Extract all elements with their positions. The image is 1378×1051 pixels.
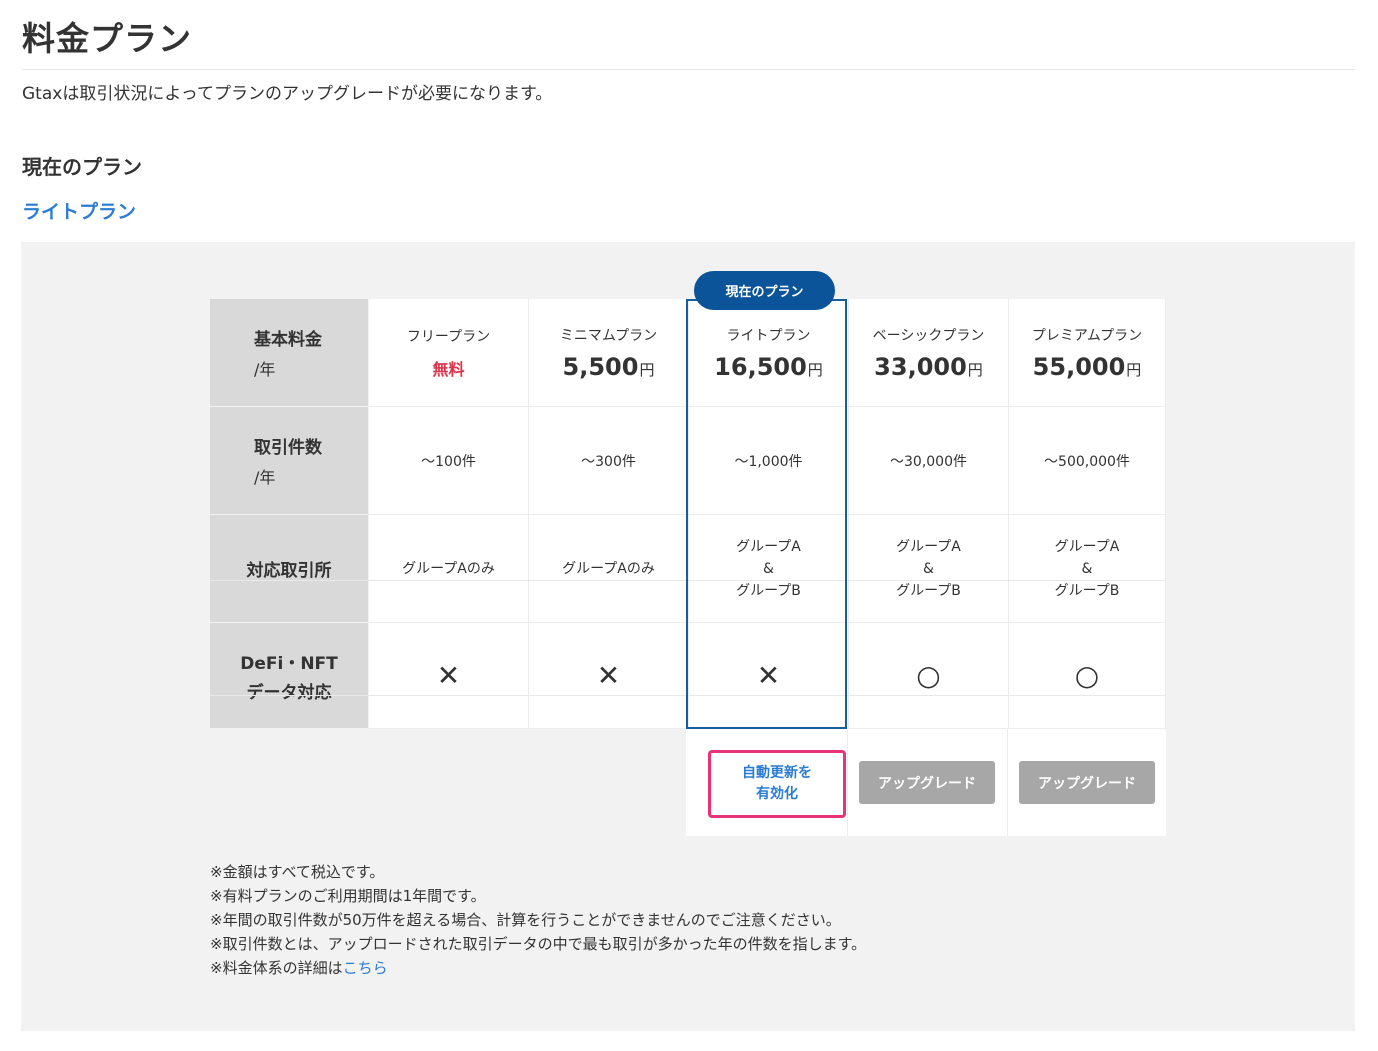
- plan-exchange-cell: グループA & グループB: [689, 515, 849, 623]
- transaction-limit: 〜1,000件: [734, 453, 803, 470]
- plan-price: 55,000円: [1032, 352, 1142, 381]
- unsupported-icon: ✕: [436, 658, 461, 692]
- plan-name: ベーシックプラン: [872, 327, 985, 344]
- supported-icon: ○: [1074, 658, 1100, 692]
- row-header-label-line2: データ対応: [246, 682, 332, 703]
- plan-defi-cell: ✕: [369, 623, 529, 729]
- plan-price: 33,000円: [874, 352, 983, 381]
- page-title: 料金プラン: [22, 19, 192, 58]
- plan-name: プレミアムプラン: [1031, 327, 1143, 344]
- note-line: ※金額はすべて税込です。: [210, 863, 385, 881]
- pricing-details-link[interactable]: こちら: [343, 959, 388, 977]
- note-line: ※有料プランのご利用期間は1年間です。: [210, 887, 486, 905]
- plan-price: 5,500円: [562, 352, 655, 381]
- plan-defi-cell: ○: [1009, 623, 1166, 729]
- note-line: ※取引件数とは、アップロードされた取引データの中で最も取引が多かった年の件数を指…: [210, 935, 867, 953]
- notes: ※金額はすべて税込です。 ※有料プランのご利用期間は1年間です。 ※年間の取引件…: [210, 860, 866, 980]
- transaction-limit: 〜300件: [581, 453, 636, 470]
- plan-count-cell: 〜1,000件: [689, 407, 849, 515]
- exchange-support: グループAのみ: [562, 560, 655, 577]
- exchange-support: グループAのみ: [402, 560, 495, 577]
- plan-count-cell: 〜500,000件: [1009, 407, 1166, 515]
- plan-defi-cell: ✕: [689, 623, 849, 729]
- row-divider: [210, 695, 1166, 696]
- current-plan-name: ライトプラン: [22, 201, 137, 223]
- plan-comparison-panel: 基本料金 /年 取引件数 /年 対応取引所 DeFi・NFT データ対応 フリー…: [21, 242, 1355, 1031]
- plan-header-light: ライトプラン 16,500円: [689, 299, 849, 407]
- plan-name: ライトプラン: [726, 327, 811, 344]
- note-line-details: ※料金体系の詳細はこちら: [210, 959, 388, 977]
- exchange-group-b: グループB: [1054, 582, 1120, 599]
- action-divider: [847, 729, 848, 836]
- exchange-and: &: [1081, 560, 1093, 577]
- plan-header-free: フリープラン 無料: [369, 299, 529, 407]
- unsupported-icon: ✕: [756, 658, 781, 692]
- row-header-exchanges: 対応取引所: [210, 515, 368, 622]
- row-header-label: 取引件数: [254, 438, 322, 458]
- plan-defi-cell: ✕: [529, 623, 689, 729]
- page-description: Gtaxは取引状況によってプランのアップグレードが必要になります。: [22, 84, 553, 104]
- row-header-transactions: 取引件数 /年: [210, 407, 368, 514]
- plan-name: ミニマムプラン: [559, 327, 658, 344]
- row-header-label: 対応取引所: [246, 561, 332, 581]
- current-plan-heading: 現在のプラン: [22, 155, 142, 179]
- current-plan-badge: 現在のプラン: [694, 271, 835, 310]
- exchange-group-b: グループB: [896, 582, 961, 599]
- transaction-limit: 〜500,000件: [1044, 453, 1130, 470]
- row-header-sublabel: /年: [254, 360, 276, 379]
- plan-comparison-table: 基本料金 /年 取引件数 /年 対応取引所 DeFi・NFT データ対応 フリー…: [210, 271, 1166, 836]
- plan-price: 無料: [432, 359, 465, 379]
- exchange-group-b: グループB: [736, 582, 801, 599]
- row-header-defi-nft: DeFi・NFT データ対応: [210, 623, 368, 728]
- plan-defi-cell: ○: [849, 623, 1009, 729]
- plan-exchange-cell: グループAのみ: [529, 515, 689, 623]
- exchange-and: &: [763, 560, 774, 577]
- plan-price: 16,500円: [714, 352, 823, 381]
- plan-count-cell: 〜100件: [369, 407, 529, 515]
- enable-auto-renew-button[interactable]: 自動更新を 有効化: [708, 750, 846, 818]
- upgrade-basic-button[interactable]: アップグレード: [859, 761, 995, 804]
- transaction-limit: 〜30,000件: [890, 453, 967, 470]
- exchange-group-a: グループA: [1054, 538, 1120, 555]
- unsupported-icon: ✕: [596, 658, 621, 692]
- exchange-and: &: [923, 560, 934, 577]
- row-header-label: DeFi・NFT: [240, 653, 338, 674]
- plan-exchange-cell: グループAのみ: [369, 515, 529, 623]
- plan-exchange-cell: グループA & グループB: [1009, 515, 1166, 623]
- plan-count-cell: 〜300件: [529, 407, 689, 515]
- action-divider: [1007, 729, 1008, 836]
- plan-header-premium: プレミアムプラン 55,000円: [1009, 299, 1166, 407]
- row-header-price: 基本料金 /年: [210, 299, 368, 406]
- exchange-group-a: グループA: [736, 538, 801, 555]
- plan-header-minimum: ミニマムプラン 5,500円: [529, 299, 689, 407]
- transaction-limit: 〜100件: [421, 453, 476, 470]
- plan-header-basic: ベーシックプラン 33,000円: [849, 299, 1009, 407]
- title-divider: [22, 69, 1355, 70]
- plan-exchange-cell: グループA & グループB: [849, 515, 1009, 623]
- row-header-label: 基本料金: [254, 330, 322, 350]
- plan-count-cell: 〜30,000件: [849, 407, 1009, 515]
- exchange-group-a: グループA: [896, 538, 961, 555]
- row-header-sublabel: /年: [254, 468, 276, 487]
- row-divider: [210, 580, 1166, 581]
- upgrade-premium-button[interactable]: アップグレード: [1019, 761, 1155, 804]
- plan-name: フリープラン: [406, 328, 491, 345]
- supported-icon: ○: [916, 658, 941, 692]
- note-line: ※年間の取引件数が50万件を超える場合、計算を行うことができませんのでご注意くだ…: [210, 911, 841, 929]
